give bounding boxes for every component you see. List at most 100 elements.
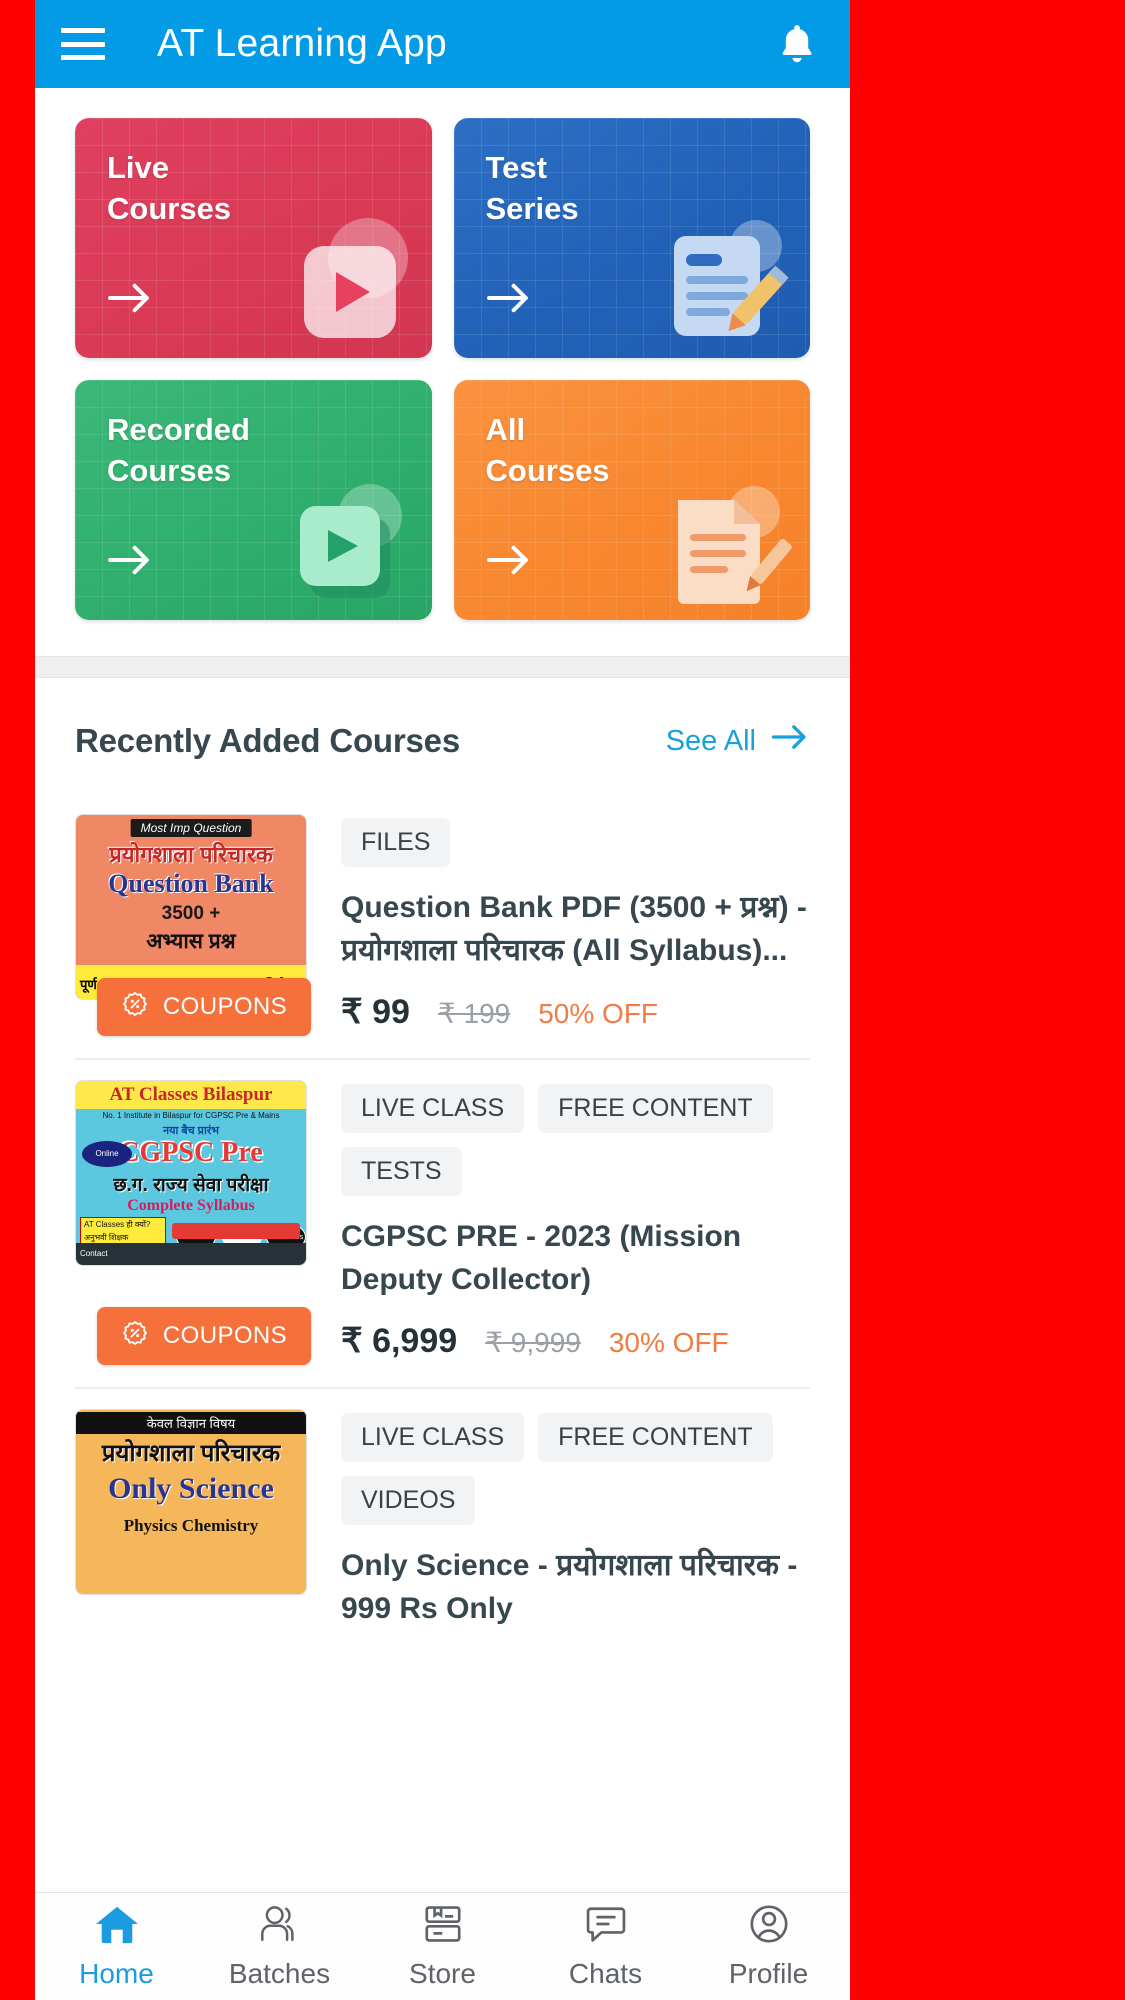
cgpsc-poster: AT Classes Bilaspur No. 1 Institute in B… bbox=[76, 1081, 306, 1266]
page-title: Recently Added Courses bbox=[75, 722, 460, 759]
coupons-label: COUPONS bbox=[162, 993, 288, 1021]
app-bar: AT Learning App bbox=[35, 0, 850, 88]
video-player-icon bbox=[266, 472, 416, 612]
course-list-item[interactable]: AT Classes Bilaspur No. 1 Institute in B… bbox=[75, 1060, 810, 1390]
poster-caption: Most Imp Question bbox=[130, 819, 252, 837]
coupons-badge[interactable]: COUPONS bbox=[97, 978, 311, 1037]
nav-item-store[interactable]: Store bbox=[361, 1893, 524, 2000]
course-thumbnail: केवल विज्ञान विषय प्रयोगशाला परिचारक Onl… bbox=[75, 1409, 307, 1596]
discount-label: 50% OFF bbox=[538, 998, 659, 1030]
status-badge: FREE CONTENT bbox=[538, 1084, 773, 1134]
poster-footer-left: पूर्ण bbox=[80, 977, 97, 992]
tile-title: Recorded Courses bbox=[107, 412, 250, 488]
section-header: Recently Added Courses See All bbox=[75, 722, 810, 794]
poster-line-3: 3500 + bbox=[161, 903, 221, 924]
course-badges: LIVE CLASS FREE CONTENT TESTS bbox=[341, 1084, 810, 1197]
poster-main-title: Only Science bbox=[108, 1472, 274, 1506]
nav-item-batches[interactable]: Batches bbox=[198, 1893, 361, 2000]
hamburger-bar bbox=[61, 55, 105, 60]
discount-badge-icon bbox=[121, 1319, 149, 1354]
tile-live-courses[interactable]: Live Courses bbox=[75, 118, 432, 358]
arrow-right-icon bbox=[770, 723, 810, 759]
nav-label: Home bbox=[79, 1958, 154, 1989]
coupons-badge[interactable]: COUPONS bbox=[97, 1307, 311, 1366]
course-thumbnail-wrap: AT Classes Bilaspur No. 1 Institute in B… bbox=[75, 1080, 311, 1366]
arrow-right-icon bbox=[486, 543, 532, 582]
price-row: ₹ 99 ₹ 199 50% OFF bbox=[341, 992, 810, 1032]
poster-hindi-title: छ.ग. राज्य सेवा परीक्षा bbox=[113, 1175, 269, 1197]
profile-icon bbox=[746, 1903, 792, 1950]
app-title: AT Learning App bbox=[157, 22, 447, 65]
poster-subjects: Physics Chemistry bbox=[123, 1516, 259, 1536]
see-all-label: See All bbox=[665, 724, 756, 757]
poster-line-1: प्रयोगशाला परिचारक bbox=[109, 842, 273, 867]
nav-item-profile[interactable]: Profile bbox=[687, 1893, 850, 2000]
course-list-item[interactable]: केवल विज्ञान विषय प्रयोगशाला परिचारक Onl… bbox=[75, 1389, 810, 1676]
bell-icon[interactable] bbox=[776, 21, 818, 67]
arrow-right-icon bbox=[107, 543, 153, 582]
section-divider-strip bbox=[35, 656, 850, 678]
price-original: ₹ 9,999 bbox=[485, 1327, 581, 1359]
course-title: Question Bank PDF (3500 + प्रश्न) - प्रय… bbox=[341, 891, 807, 967]
play-button-icon bbox=[266, 210, 416, 350]
tile-test-series[interactable]: Test Series bbox=[453, 118, 810, 358]
price-row: ₹ 6,999 ₹ 9,999 30% OFF bbox=[341, 1321, 810, 1361]
status-badge: LIVE CLASS bbox=[341, 1084, 525, 1134]
course-info: FILES Question Bank PDF (3500 + प्रश्न) … bbox=[341, 814, 810, 1032]
hamburger-bar bbox=[61, 41, 105, 47]
poster-live-rec-band bbox=[172, 1223, 300, 1240]
app-screen: AT Learning App Live Courses Test Series… bbox=[35, 0, 850, 2000]
coupons-label: COUPONS bbox=[162, 1322, 288, 1350]
poster-why-title: AT Classes ही क्यों? bbox=[84, 1220, 151, 1230]
status-badge: VIDEOS bbox=[341, 1476, 476, 1526]
home-icon bbox=[94, 1903, 140, 1950]
course-thumbnail-wrap: केवल विज्ञान विषय प्रयोगशाला परिचारक Onl… bbox=[75, 1409, 307, 1650]
price-current: ₹ 99 bbox=[341, 993, 410, 1032]
poster-subtitle-2: नया बैच प्रारंभ bbox=[162, 1125, 220, 1138]
only-science-poster: केवल विज्ञान विषय प्रयोगशाला परिचारक Onl… bbox=[76, 1410, 306, 1595]
poster-hindi-title: प्रयोगशाला परिचारक bbox=[101, 1440, 281, 1468]
see-all-link[interactable]: See All bbox=[666, 723, 810, 759]
test-paper-icon bbox=[644, 210, 794, 350]
scroll-content[interactable]: Live Courses Test Series Recorded Course… bbox=[35, 88, 850, 2000]
quick-access-grid: Live Courses Test Series Recorded Course… bbox=[35, 88, 850, 656]
status-badge: FREE CONTENT bbox=[538, 1413, 773, 1463]
course-title: Only Science - प्रयोगशाला परिचारक - 999 … bbox=[341, 1549, 798, 1625]
course-title: CGPSC PRE - 2023 (Mission Deputy Collect… bbox=[341, 1220, 742, 1296]
status-badge: FILES bbox=[341, 818, 451, 867]
course-list-item[interactable]: Most Imp Question प्रयोगशाला परिचारक Que… bbox=[75, 794, 810, 1061]
people-icon bbox=[257, 1903, 303, 1950]
nav-item-home[interactable]: Home bbox=[35, 1893, 198, 2000]
price-current: ₹ 6,999 bbox=[341, 1322, 458, 1361]
course-thumbnail: AT Classes Bilaspur No. 1 Institute in B… bbox=[75, 1080, 307, 1267]
tile-recorded-courses[interactable]: Recorded Courses bbox=[75, 380, 432, 620]
question-bank-poster: Most Imp Question प्रयोगशाला परिचारक Que… bbox=[76, 815, 306, 999]
nav-label: Chats bbox=[568, 1958, 643, 1989]
price-original: ₹ 199 bbox=[437, 998, 511, 1030]
chat-icon bbox=[583, 1903, 629, 1950]
poster-top-band: केवल विज्ञान विषय bbox=[76, 1412, 306, 1435]
poster-subtitle: No. 1 Institute in Bilaspur for CGPSC Pr… bbox=[102, 1111, 280, 1121]
poster-complete-syllabus: Complete Syllabus bbox=[127, 1197, 255, 1215]
status-badge: LIVE CLASS bbox=[341, 1413, 525, 1463]
poster-line-4: अभ्यास प्रश्न bbox=[146, 930, 236, 953]
bottom-navigation: Home Batches Store Chats Profile bbox=[35, 1892, 850, 2000]
arrow-right-icon bbox=[486, 281, 532, 320]
nav-label: Profile bbox=[728, 1958, 809, 1989]
poster-footer: Contact bbox=[76, 1243, 306, 1266]
course-info: LIVE CLASS FREE CONTENT VIDEOS Only Scie… bbox=[341, 1409, 810, 1650]
discount-label: 30% OFF bbox=[608, 1327, 729, 1359]
tile-all-courses[interactable]: All Courses bbox=[453, 380, 810, 620]
recently-added-section: Recently Added Courses See All Most Imp bbox=[35, 678, 850, 1677]
hamburger-menu-icon[interactable] bbox=[61, 28, 105, 60]
course-badges: LIVE CLASS FREE CONTENT VIDEOS bbox=[341, 1413, 810, 1526]
books-icon bbox=[420, 1903, 466, 1950]
hamburger-bar bbox=[61, 28, 105, 33]
tile-title: All Courses bbox=[485, 412, 610, 488]
course-thumbnail: Most Imp Question प्रयोगशाला परिचारक Que… bbox=[75, 814, 307, 1000]
nav-item-chats[interactable]: Chats bbox=[524, 1893, 687, 2000]
nav-label: Store bbox=[409, 1958, 476, 1989]
status-badge: TESTS bbox=[341, 1147, 462, 1197]
tile-title: Live Courses bbox=[107, 150, 232, 226]
course-thumbnail-wrap: Most Imp Question प्रयोगशाला परिचारक Que… bbox=[75, 814, 311, 1037]
